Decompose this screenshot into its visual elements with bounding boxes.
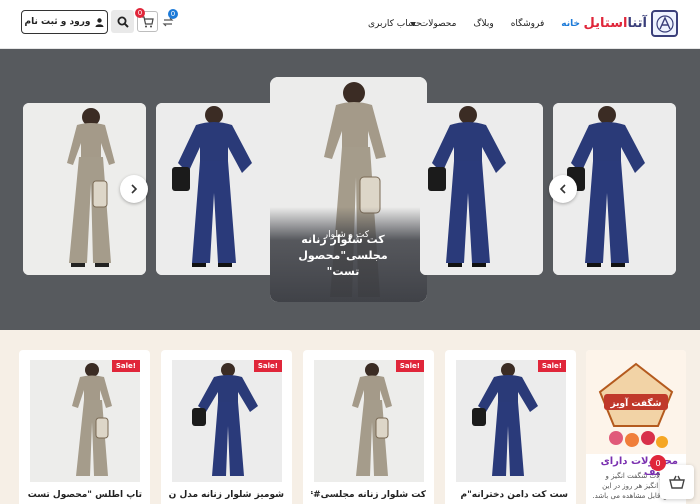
product-card[interactable]: Sale! تاپ اطلس "محصول تست"# <box>19 350 150 504</box>
model-photo <box>156 103 279 275</box>
product-name[interactable]: ست کت دامن دخترانه"م <box>453 490 569 500</box>
slide-card[interactable] <box>420 103 543 275</box>
product-image: Sale! <box>456 360 566 482</box>
product-name[interactable]: تاپ اطلس "محصول تست"# <box>27 490 142 500</box>
search-icon <box>117 16 129 28</box>
site-header: آتنااستایل خانه فروشگاه وبلاگ محصولات حس… <box>0 0 700 49</box>
compare-count-badge: 0 <box>168 9 178 19</box>
sale-badge: Sale! <box>537 360 566 372</box>
chevron-right-icon <box>131 184 138 194</box>
user-icon <box>95 17 104 27</box>
discount-products-section: ‹ › Sale! تاپ اطلس "محصول تست"# Sale! شو… <box>0 330 700 504</box>
account-link[interactable]: حساب کاربری <box>368 19 422 29</box>
product-image: Sale! <box>172 360 282 482</box>
slide-card-active[interactable]: کت و شلوار کت شلوار زنانه مجلسی"محصول تس… <box>270 77 427 302</box>
slide-title[interactable]: کت شلوار زنانه مجلسی"محصول تست" <box>283 232 403 280</box>
compare-button[interactable]: 0 <box>161 9 178 28</box>
chevron-left-icon <box>559 184 566 194</box>
sale-badge: Sale! <box>395 360 424 372</box>
slide-card[interactable] <box>156 103 279 275</box>
nav-item-blog[interactable]: وبلاگ <box>473 19 493 29</box>
main-nav: خانه فروشگاه وبلاگ محصولات <box>409 19 580 29</box>
logo-text: آتنااستایل <box>583 16 647 31</box>
svg-text:شگفت آویز: شگفت آویز <box>610 397 662 409</box>
product-card[interactable]: Sale! کت شلوار زنانه مجلسی#۸۲۴ <box>303 350 434 504</box>
logo-mark-icon <box>651 10 678 37</box>
product-card[interactable]: Sale! ست کت دامن دخترانه"م <box>445 350 576 504</box>
floating-cart-button[interactable] <box>660 465 694 499</box>
basket-icon <box>669 475 685 489</box>
cart-icon <box>142 15 154 27</box>
model-photo <box>420 103 543 275</box>
cart-button[interactable]: 0 <box>135 8 158 32</box>
cart-count-badge: 0 <box>135 8 145 18</box>
product-name[interactable]: شومیز شلوار زنانه مدل ن <box>169 490 284 500</box>
slider-next-button[interactable] <box>120 175 148 203</box>
sale-badge: Sale! <box>253 360 282 372</box>
sale-badge: Sale! <box>111 360 140 372</box>
product-name[interactable]: کت شلوار زنانه مجلسی#۸۲۴ <box>311 490 426 500</box>
nav-item-shop[interactable]: فروشگاه <box>511 19 545 29</box>
hero-slider: کت و شلوار کت شلوار زنانه مجلسی"محصول تس… <box>0 49 700 330</box>
nav-item-home[interactable]: خانه <box>561 19 580 29</box>
amazing-offers-badge-icon: شگفت آویز <box>586 350 686 454</box>
product-card[interactable]: Sale! شومیز شلوار زنانه مدل ن <box>161 350 292 504</box>
floating-cart-count: 0 <box>650 455 666 471</box>
product-image: Sale! <box>314 360 424 482</box>
search-button[interactable] <box>111 10 134 33</box>
slider-prev-button[interactable] <box>549 175 577 203</box>
product-image: Sale! <box>30 360 140 482</box>
site-logo[interactable]: آتنااستایل <box>584 10 678 37</box>
login-register-button[interactable]: ورود و ثبت نام <box>21 10 108 34</box>
